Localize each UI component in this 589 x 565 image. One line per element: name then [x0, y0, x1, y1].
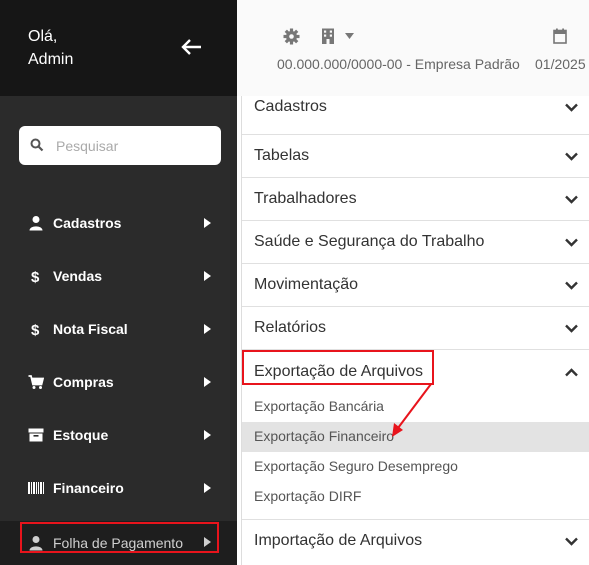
sidebar-item-vendas[interactable]: $ Vendas	[0, 256, 237, 296]
submenu-item-exportacao-financeiro[interactable]: Exportação Financeiro	[242, 422, 589, 452]
sidebar-header: Olá, Admin	[0, 0, 237, 96]
submenu-item-label: Exportação Bancária	[254, 398, 384, 414]
sidebar-item-label: Nota Fiscal	[53, 321, 128, 337]
section-label: Saúde e Segurança do Trabalho	[254, 233, 485, 250]
sidebar-item-label: Financeiro	[53, 480, 124, 496]
section-movimentacao[interactable]: Movimentação	[242, 264, 589, 307]
chevron-down-icon	[565, 324, 578, 333]
sidebar-item-financeiro[interactable]: Financeiro	[0, 468, 237, 508]
sidebar-item-cadastros[interactable]: Cadastros	[0, 203, 237, 243]
caret-right-icon	[204, 537, 211, 547]
chevron-down-icon	[565, 238, 578, 247]
chevron-down-icon	[565, 537, 578, 546]
section-saude-e-seguranca[interactable]: Saúde e Segurança do Trabalho	[242, 221, 589, 264]
section-exportacao-de-arquivos[interactable]: Exportação de Arquivos	[242, 350, 589, 393]
sidebar-item-label: Cadastros	[53, 215, 122, 231]
barcode-icon	[28, 482, 44, 494]
caret-right-icon	[204, 324, 211, 334]
submenu-item-exportacao-bancaria[interactable]: Exportação Bancária	[242, 392, 589, 422]
caret-down-icon[interactable]	[345, 33, 354, 39]
chevron-down-icon	[565, 195, 578, 204]
dollar-icon: $	[31, 269, 40, 284]
section-label: Trabalhadores	[254, 190, 357, 207]
submenu-panel: Cadastros Tabelas Trabalhadores Saúde e …	[241, 96, 589, 565]
section-label: Relatórios	[254, 319, 327, 336]
box-icon	[28, 428, 44, 442]
sidebar: Olá, Admin Cadastros $ Vendas $	[0, 0, 237, 565]
section-label: Importação de Arquivos	[254, 532, 423, 549]
gear-icon[interactable]	[283, 28, 300, 45]
submenu-item-label: Exportação Financeiro	[254, 428, 395, 444]
submenu-item-label: Exportação Seguro Desemprego	[254, 458, 458, 474]
building-icon[interactable]	[321, 28, 335, 44]
arrow-left-icon[interactable]	[180, 36, 204, 58]
section-relatorios[interactable]: Relatórios	[242, 307, 589, 350]
user-greeting: Olá, Admin	[28, 25, 73, 71]
sidebar-item-folha-de-pagamento[interactable]: Folha de Pagamento	[0, 521, 237, 565]
caret-right-icon	[204, 483, 211, 493]
search-input[interactable]	[54, 134, 218, 158]
caret-right-icon	[204, 218, 211, 228]
person-icon	[29, 216, 43, 231]
section-label: Exportação de Arquivos	[254, 363, 423, 380]
submenu-item-exportacao-dirf[interactable]: Exportação DIRF	[242, 482, 589, 512]
sidebar-item-label: Folha de Pagamento	[53, 535, 183, 551]
greeting-user-name: Admin	[28, 51, 74, 68]
svg-text:$: $	[31, 269, 40, 284]
sidebar-item-label: Estoque	[53, 427, 109, 443]
chevron-up-icon	[565, 368, 578, 377]
dollar-icon: $	[31, 322, 40, 337]
submenu-item-exportacao-seguro-desemprego[interactable]: Exportação Seguro Desemprego	[242, 452, 589, 482]
submenu-item-label: Exportação DIRF	[254, 488, 362, 504]
search-icon	[30, 138, 44, 152]
section-trabalhadores[interactable]: Trabalhadores	[242, 178, 589, 221]
person-icon	[29, 536, 43, 551]
greeting-line-1: Olá,	[28, 28, 58, 45]
section-cadastros[interactable]: Cadastros	[242, 96, 589, 135]
caret-right-icon	[204, 430, 211, 440]
cart-icon	[28, 375, 44, 389]
sidebar-item-compras[interactable]: Compras	[0, 362, 237, 402]
section-label: Movimentação	[254, 276, 359, 293]
sidebar-item-label: Compras	[53, 374, 114, 390]
company-name[interactable]: 00.000.000/0000-00 - Empresa Padrão	[277, 56, 520, 72]
chevron-down-icon	[565, 281, 578, 290]
search-box	[19, 126, 221, 165]
caret-right-icon	[204, 271, 211, 281]
sidebar-item-nota-fiscal[interactable]: $ Nota Fiscal	[0, 309, 237, 349]
section-tabelas[interactable]: Tabelas	[242, 135, 589, 178]
caret-right-icon	[204, 377, 211, 387]
svg-text:$: $	[31, 322, 40, 337]
top-bar: 00.000.000/0000-00 - Empresa Padrão 01/2…	[237, 0, 589, 96]
period-label[interactable]: 01/2025	[535, 56, 586, 72]
chevron-down-icon	[565, 152, 578, 161]
sidebar-item-label: Vendas	[53, 268, 103, 284]
section-label: Cadastros	[254, 98, 327, 115]
sidebar-item-estoque[interactable]: Estoque	[0, 415, 237, 455]
section-importacao-de-arquivos[interactable]: Importação de Arquivos	[242, 519, 589, 562]
calendar-icon[interactable]	[553, 28, 567, 44]
chevron-down-icon	[565, 103, 578, 112]
section-label: Tabelas	[254, 147, 310, 164]
